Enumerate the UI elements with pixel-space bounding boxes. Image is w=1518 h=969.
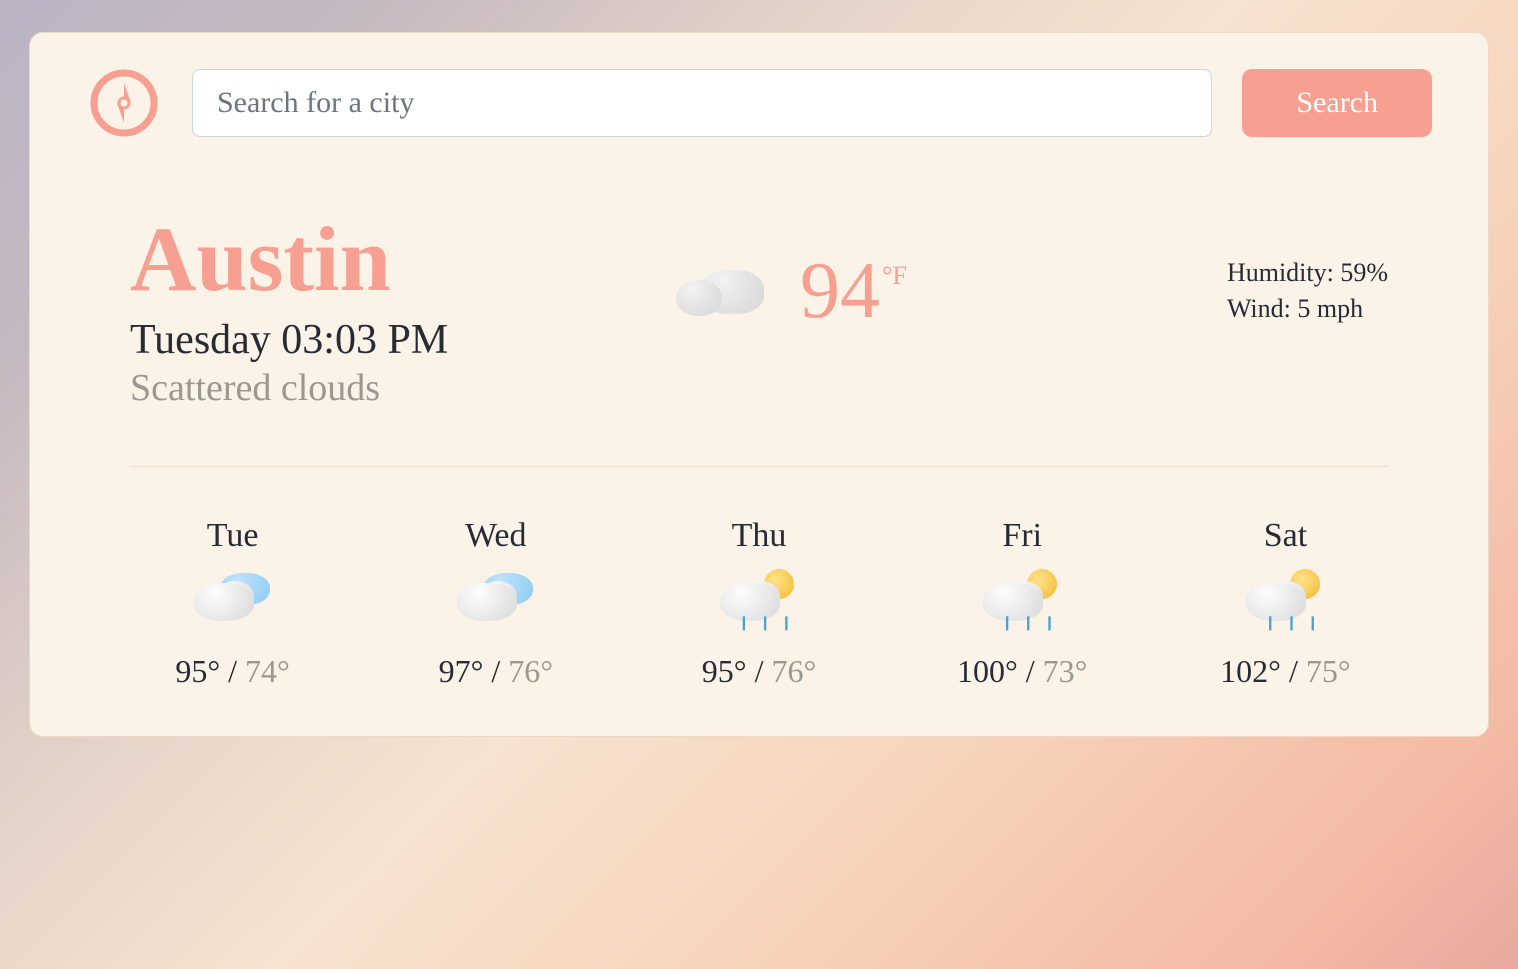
humidity-value: Humidity: 59% [1227,258,1388,287]
forecast-high: 102° [1220,653,1281,689]
forecast-high: 95° [175,653,220,689]
forecast-day-label: Tue [106,517,359,555]
divider [130,466,1388,467]
forecast-low: 75° [1306,653,1351,689]
city-name: Austin [130,211,650,308]
forecast-temps: 95° / 76° [632,653,885,690]
forecast-temps: 102° / 75° [1159,653,1412,690]
rain-sun-icon: ❙ ❙ ❙ [1244,569,1326,629]
conditions-block: Humidity: 59% Wind: 5 mph [1227,255,1388,328]
forecast-high: 100° [957,653,1018,689]
partly-cloudy-icon [455,569,537,629]
rain-sun-icon: ❙ ❙ ❙ [718,569,800,629]
temperature-unit: °F [882,261,907,291]
forecast-day: Thu ❙ ❙ ❙ 95° / 76° [632,517,885,690]
current-datetime: Tuesday 03:03 PM [130,316,650,364]
current-temp-wrap: 94 °F [800,251,907,331]
search-bar: Search [86,65,1432,141]
forecast-temps: 100° / 73° [896,653,1149,690]
forecast-temps: 95° / 74° [106,653,359,690]
forecast-low: 74° [245,653,290,689]
forecast-day: Wed 97° / 76° [369,517,622,690]
rain-sun-icon: ❙ ❙ ❙ [981,569,1063,629]
cloud-icon [670,264,770,318]
location-block: Austin Tuesday 03:03 PM Scattered clouds [130,211,650,410]
forecast-day-label: Wed [369,517,622,555]
forecast-day: Tue 95° / 74° [106,517,359,690]
forecast-day: Sat ❙ ❙ ❙ 102° / 75° [1159,517,1412,690]
forecast-low: 76° [771,653,816,689]
search-input[interactable] [192,69,1212,137]
temperature-block: 94 °F [670,251,907,331]
forecast-high: 95° [702,653,747,689]
partly-cloudy-icon [192,569,274,629]
weather-description: Scattered clouds [130,366,650,410]
compass-icon [86,65,162,141]
current-weather: Austin Tuesday 03:03 PM Scattered clouds… [86,211,1432,440]
forecast-low: 73° [1043,653,1088,689]
forecast-high: 97° [439,653,484,689]
forecast-low: 76° [508,653,553,689]
forecast-day: Fri ❙ ❙ ❙ 100° / 73° [896,517,1149,690]
weather-card: Search Austin Tuesday 03:03 PM Scattered… [29,32,1489,737]
forecast-day-label: Fri [896,517,1149,555]
forecast-day-label: Sat [1159,517,1412,555]
forecast-day-label: Thu [632,517,885,555]
current-temperature: 94 [800,251,880,331]
forecast-temps: 97° / 76° [369,653,622,690]
forecast-row: Tue 95° / 74° Wed 97° / 76° Thu ❙ ❙ ❙ 95° / 76… [86,517,1432,690]
wind-value: Wind: 5 mph [1227,294,1363,323]
search-button[interactable]: Search [1242,69,1432,137]
